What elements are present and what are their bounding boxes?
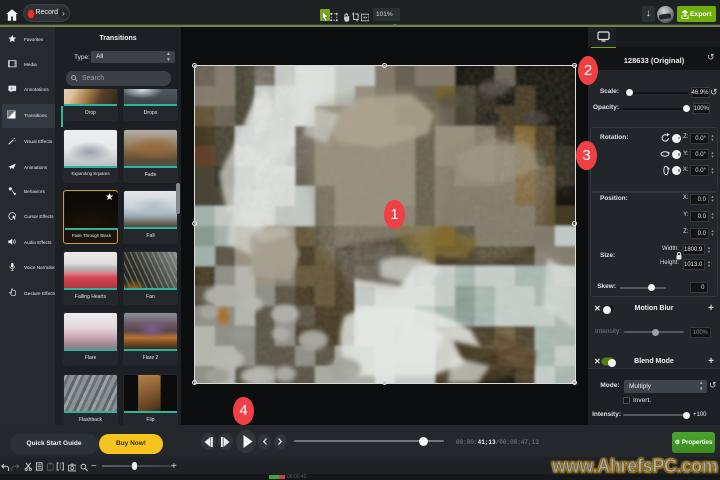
svg-text:+: +	[10, 86, 13, 91]
